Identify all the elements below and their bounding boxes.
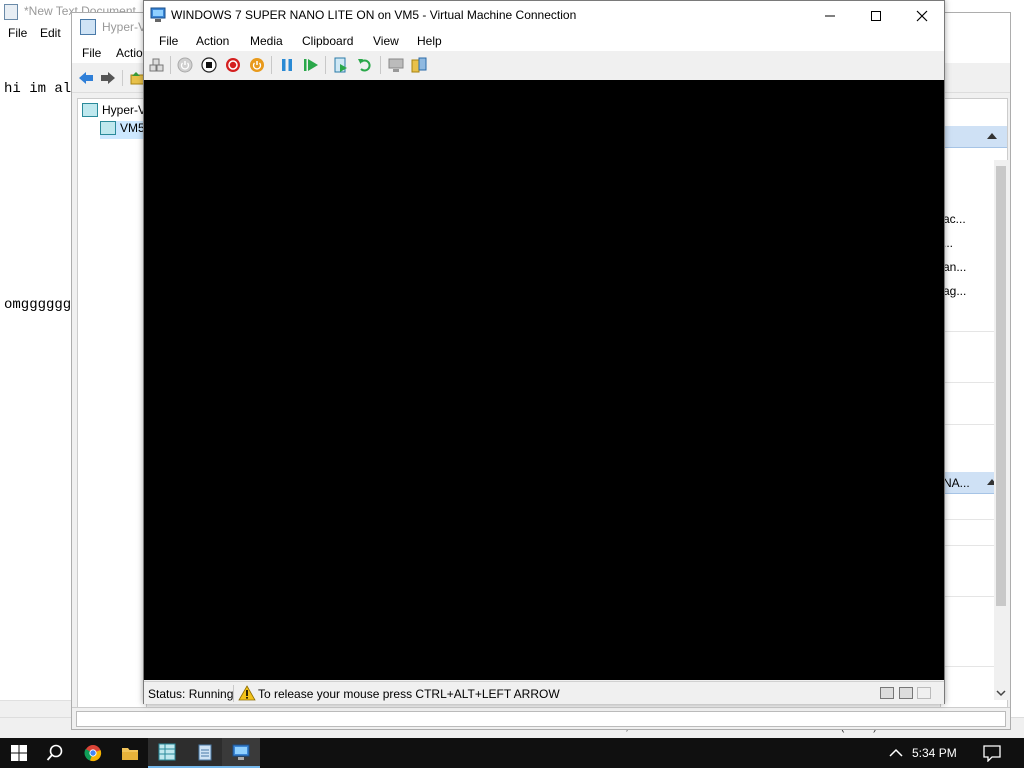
taskbar-hyperv-manager[interactable]: [148, 738, 186, 768]
revert-button[interactable]: [356, 56, 374, 74]
start-button[interactable]: [0, 738, 38, 768]
save-button[interactable]: [248, 56, 266, 74]
hyperv-manager-icon: [158, 743, 176, 761]
vm-connection-title-bar[interactable]: WINDOWS 7 SUPER NANO LITE ON on VM5 - Vi…: [144, 1, 944, 30]
search-icon: [46, 744, 63, 761]
hyperv-actions-scrollbar[interactable]: [994, 160, 1008, 700]
maximize-button[interactable]: [853, 1, 899, 30]
menu-media[interactable]: Media: [250, 34, 283, 48]
notification-icon[interactable]: [982, 744, 1002, 762]
hyperv-title: Hyper-V: [102, 20, 147, 34]
hyperv-manager-icon: [80, 19, 96, 35]
taskbar-chrome[interactable]: [74, 738, 112, 768]
notepad-line: hi im al: [4, 81, 72, 97]
folder-icon: [122, 748, 138, 760]
action-item[interactable]: ac...: [943, 212, 966, 226]
taskbar-vm-connection[interactable]: [222, 738, 260, 768]
warning-icon: [238, 685, 256, 701]
minimize-icon: [825, 15, 835, 16]
taskbar-clock[interactable]: 5:34 PM: [912, 746, 957, 760]
ctrl-alt-del-button[interactable]: [148, 56, 166, 74]
close-icon: [916, 10, 928, 21]
minimize-button[interactable]: [807, 1, 853, 30]
search-button[interactable]: [36, 738, 74, 768]
chrome-icon: [84, 745, 102, 762]
tree-item-vm5[interactable]: VM5: [100, 121, 145, 139]
vm-connection-icon: [232, 744, 250, 760]
revert-icon: [358, 59, 371, 72]
notepad-line: omgggggg: [4, 297, 72, 313]
checkpoint-button[interactable]: [332, 56, 350, 74]
checkpoint-icon: [334, 57, 347, 73]
shut-down-button[interactable]: [224, 56, 242, 74]
scrollbar-thumb[interactable]: [996, 166, 1006, 606]
hyperv-menu-file[interactable]: File: [82, 46, 101, 60]
collapse-caret-icon[interactable]: [987, 133, 997, 139]
server-icon: [100, 121, 116, 135]
hyperv-server-icon: [82, 103, 98, 117]
pause-icon: [282, 59, 292, 71]
pause-button[interactable]: [278, 56, 296, 74]
keyboard-icon: [880, 687, 894, 699]
vm-status-text: Status: Running: [148, 687, 234, 701]
vm-connection-window: WINDOWS 7 SUPER NANO LITE ON on VM5 - Vi…: [143, 0, 945, 704]
menu-file[interactable]: File: [159, 34, 178, 48]
menu-help[interactable]: Help: [417, 34, 442, 48]
turn-off-button[interactable]: [200, 56, 218, 74]
taskbar: 5:34 PM: [0, 738, 1024, 768]
vm-display-screen[interactable]: [144, 80, 944, 680]
turn-off-icon: [201, 57, 217, 73]
resume-button[interactable]: [302, 56, 320, 74]
start-button[interactable]: [176, 56, 194, 74]
action-item[interactable]: an...: [943, 260, 966, 274]
notepad-icon: [4, 4, 18, 20]
unlock-icon: [917, 687, 931, 699]
vm-connection-menu-bar: File Action Media Clipboard View Help: [144, 30, 944, 51]
share-icon: [411, 57, 427, 73]
tray-chevron-up-icon[interactable]: [888, 746, 904, 760]
lock-icon: [899, 687, 913, 699]
vm-connection-status-bar: Status: Running To release your mouse pr…: [144, 681, 944, 704]
share-button[interactable]: [410, 56, 428, 74]
vm-connection-toolbar: [144, 51, 944, 79]
notepad-menu-file[interactable]: File: [8, 26, 27, 40]
windows-logo-icon: [11, 745, 27, 761]
action-item[interactable]: ag...: [943, 284, 966, 298]
back-arrow-icon[interactable]: [78, 70, 94, 86]
shut-down-icon: [226, 58, 240, 72]
tree-item-hyperv[interactable]: Hyper-V: [82, 103, 146, 121]
enhanced-session-icon: [388, 58, 404, 72]
close-button[interactable]: [899, 1, 945, 30]
vm-connection-title: WINDOWS 7 SUPER NANO LITE ON on VM5 - Vi…: [171, 8, 577, 22]
menu-clipboard[interactable]: Clipboard: [302, 34, 353, 48]
notepad-text-area[interactable]: hi im al omgggggg: [4, 44, 71, 350]
hyperv-status-bar: [72, 707, 1010, 729]
enhanced-session-button[interactable]: [387, 56, 405, 74]
maximize-icon: [871, 10, 881, 21]
menu-action[interactable]: Action: [196, 34, 229, 48]
resume-icon: [304, 59, 318, 71]
hyperv-menu-action[interactable]: Actio: [116, 46, 143, 60]
taskbar-file-explorer[interactable]: [111, 738, 149, 768]
notepad-menu-edit[interactable]: Edit: [40, 26, 61, 40]
forward-arrow-icon[interactable]: [100, 70, 116, 86]
start-icon: [177, 57, 193, 73]
save-icon: [250, 58, 264, 72]
notepad-icon: [198, 744, 212, 761]
menu-view[interactable]: View: [373, 34, 399, 48]
actions-section-header[interactable]: [941, 126, 1007, 148]
scroll-down-icon[interactable]: [996, 688, 1006, 698]
vm-connection-icon: [150, 7, 166, 22]
hyperv-navigation-tree: Hyper-V VM5: [77, 98, 147, 718]
ctrl-alt-del-icon: [149, 58, 164, 72]
taskbar-notepad[interactable]: [186, 738, 224, 768]
mouse-release-hint: To release your mouse press CTRL+ALT+LEF…: [258, 687, 560, 701]
